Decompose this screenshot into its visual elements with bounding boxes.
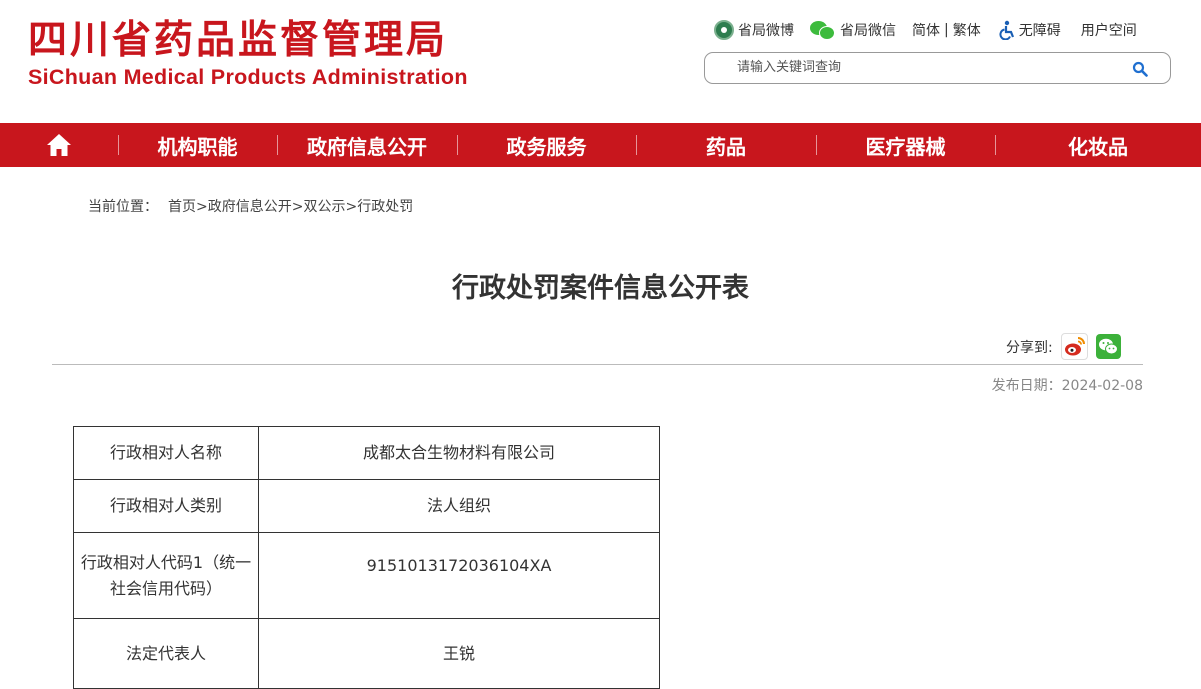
wechat-icon [810,21,835,40]
page-title: 行政处罚案件信息公开表 [452,273,749,304]
nav-item-services[interactable]: 政务服务 [457,123,636,167]
weibo-label: 省局微博 [738,23,794,39]
penalty-info-table: 行政相对人名称 成都太合生物材料有限公司 行政相对人类别 法人组织 行政相对人代… [73,426,660,689]
share-bar: 分享到: [1006,333,1121,360]
table-row: 行政相对人代码1（统一社会信用代码） 915101317203610​4XA [73,532,660,619]
breadcrumb-sep: > [196,199,208,215]
wechat-share-icon[interactable] [1095,334,1121,359]
table-cell-label: 行政相对人名称 [73,426,259,480]
logo-chinese: 四川省药品监督管理局 [28,18,449,63]
breadcrumb-dual-publicity[interactable]: 双公示 [303,199,345,215]
table-row: 法定代表人 王锐 [73,618,660,689]
table-cell-value: 法人组织 [258,479,660,533]
nav-item-cosmetics[interactable]: 化妆品 [995,123,1201,167]
nav-home[interactable] [0,123,118,167]
accessibility-link[interactable]: 无障碍 [999,20,1061,40]
wechat-link[interactable]: 省局微信 [810,20,896,40]
user-space-link[interactable]: 用户空间 [1081,20,1137,40]
table-cell-value: 成都太合生物材料有限公司 [258,426,660,480]
weibo-link[interactable]: 省局微博 [714,20,794,40]
top-links: 省局微博 省局微信 简体 | 繁体 无障碍 用户空间 [714,20,1137,40]
nav-item-drugs[interactable]: 药品 [636,123,816,167]
wheelchair-icon [999,20,1014,40]
table-cell-value: 王锐 [258,618,660,689]
main-nav: 机构职能 政府信息公开 政务服务 药品 医疗器械 化妆品 [0,123,1201,167]
table-row: 行政相对人类别 法人组织 [73,479,660,533]
breadcrumb-prefix: 当前位置： [88,199,158,215]
language-divider: | [944,22,949,38]
simplified-link[interactable]: 简体 [912,20,940,40]
table-cell-label: 法定代表人 [73,618,259,689]
breadcrumb-penalty[interactable]: 行政处罚 [357,199,413,215]
search-box [704,52,1171,84]
nav-item-devices[interactable]: 医疗器械 [816,123,995,167]
site-logo[interactable]: 四川省药品监督管理局 SiChuan Medical Products Admi… [28,18,468,90]
site-header: 四川省药品监督管理局 SiChuan Medical Products Admi… [0,0,1201,122]
weibo-icon [714,20,734,40]
search-input[interactable] [735,59,1119,76]
title-divider [52,364,1143,365]
breadcrumb-sep: > [345,199,358,215]
search-icon[interactable] [1132,61,1148,77]
publish-date: 发布日期：2024-02-08 [991,378,1143,394]
table-cell-value: 915101317203610​4XA [258,532,660,619]
user-space-label: 用户空间 [1080,23,1137,39]
breadcrumb-gov-info[interactable]: 政府信息公开 [208,199,292,215]
weibo-share-icon[interactable] [1060,333,1088,360]
share-label: 分享到: [1006,339,1053,356]
traditional-link[interactable]: 繁体 [953,20,981,40]
breadcrumb: 当前位置： 首页>政府信息公开>双公示>行政处罚 [88,196,413,216]
home-icon [47,134,71,156]
logo-english: SiChuan Medical Products Administration [28,65,468,89]
nav-item-institution[interactable]: 机构职能 [118,123,277,167]
breadcrumb-home[interactable]: 首页 [168,199,196,215]
wechat-label: 省局微信 [840,23,896,39]
accessibility-label: 无障碍 [1018,23,1061,39]
breadcrumb-sep: > [291,199,304,215]
language-switch: 简体 | 繁体 [912,20,981,40]
table-cell-label: 行政相对人代码1（统一社会信用代码） [73,532,259,619]
table-cell-label: 行政相对人类别 [73,479,259,533]
table-row: 行政相对人名称 成都太合生物材料有限公司 [73,426,660,480]
nav-item-gov-info[interactable]: 政府信息公开 [277,123,457,167]
